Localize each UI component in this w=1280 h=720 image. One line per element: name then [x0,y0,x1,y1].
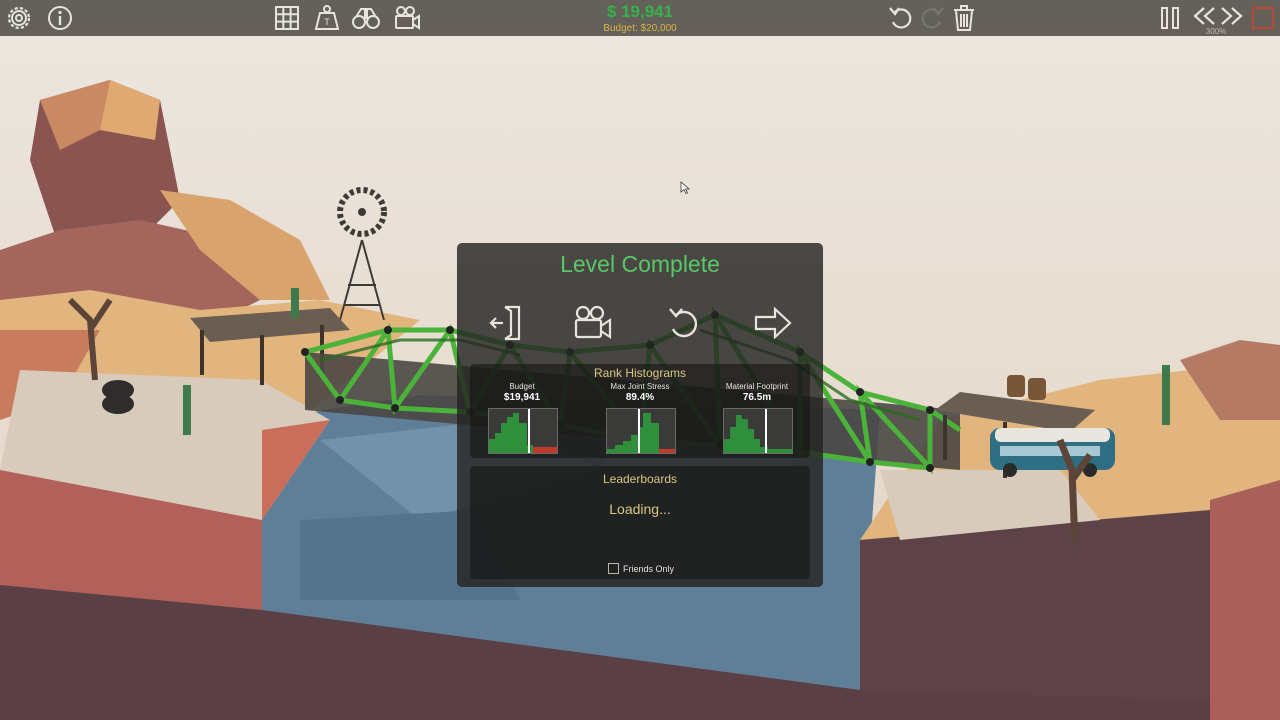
level-complete-dialog: Level Complete Rank Histograms Budget $1… [457,243,823,587]
leaderboards-loading: Loading... [609,501,671,517]
histogram-value: 89.4% [625,392,655,403]
redo-icon[interactable] [917,3,947,33]
friends-only-checkbox[interactable] [608,563,619,575]
histogram-chart [723,408,793,454]
histogram-label: Max Joint Stress [610,382,670,391]
friends-only-label: Friends Only [623,563,675,574]
settings-icon[interactable] [4,3,34,33]
replay-camera-icon [574,305,612,340]
retry-icon [669,308,698,338]
grid-icon[interactable] [272,3,302,33]
histogram-value: 76.5m [742,392,772,403]
histogram-value: $19,941 [503,392,541,403]
trash-icon[interactable] [949,3,979,33]
histogram-label: Budget [509,382,535,391]
histogram-chart [606,408,676,454]
binoculars-icon[interactable] [351,3,381,33]
leaderboards-title: Leaderboards [602,472,678,486]
histogram-label: Material Footprint [725,382,789,391]
dialog-title: Level Complete [560,251,720,277]
exit-button[interactable] [485,301,529,345]
friends-only-toggle[interactable]: Friends Only [608,560,675,575]
stop-icon[interactable] [1248,3,1278,33]
histogram-chart [488,408,558,454]
simulation-speed: 300% [1205,27,1227,36]
histogram-budget: Budget $19,941 [472,382,572,454]
undo-icon[interactable] [886,3,916,33]
budget-label: Budget: $20,000 [603,23,677,34]
weight-icon[interactable]: T [312,3,342,33]
histogram-max-joint-stress: Max Joint Stress 89.4% [590,382,690,454]
top-toolbar: T $ 19,941 Budget: $20,000 300% [0,0,1280,36]
camera-icon[interactable] [392,3,422,33]
rank-histograms-title: Rank Histograms [593,366,687,380]
money-remaining: $ 19,941 [606,2,674,21]
rank-histograms-panel: Rank Histograms Budget $19,941 Max Joint… [470,364,810,458]
mouse-cursor-icon [680,181,691,195]
histogram-material-footprint: Material Footprint 76.5m [707,382,807,454]
svg-text:T: T [324,17,330,27]
replay-camera-button[interactable] [571,301,615,345]
next-level-button[interactable] [751,301,795,345]
next-level-icon [754,306,792,340]
info-icon[interactable] [45,3,75,33]
exit-icon [489,305,521,341]
leaderboards-panel: Leaderboards Loading... Friends Only [470,466,810,579]
retry-button[interactable] [663,301,707,345]
pause-icon[interactable] [1155,3,1185,33]
